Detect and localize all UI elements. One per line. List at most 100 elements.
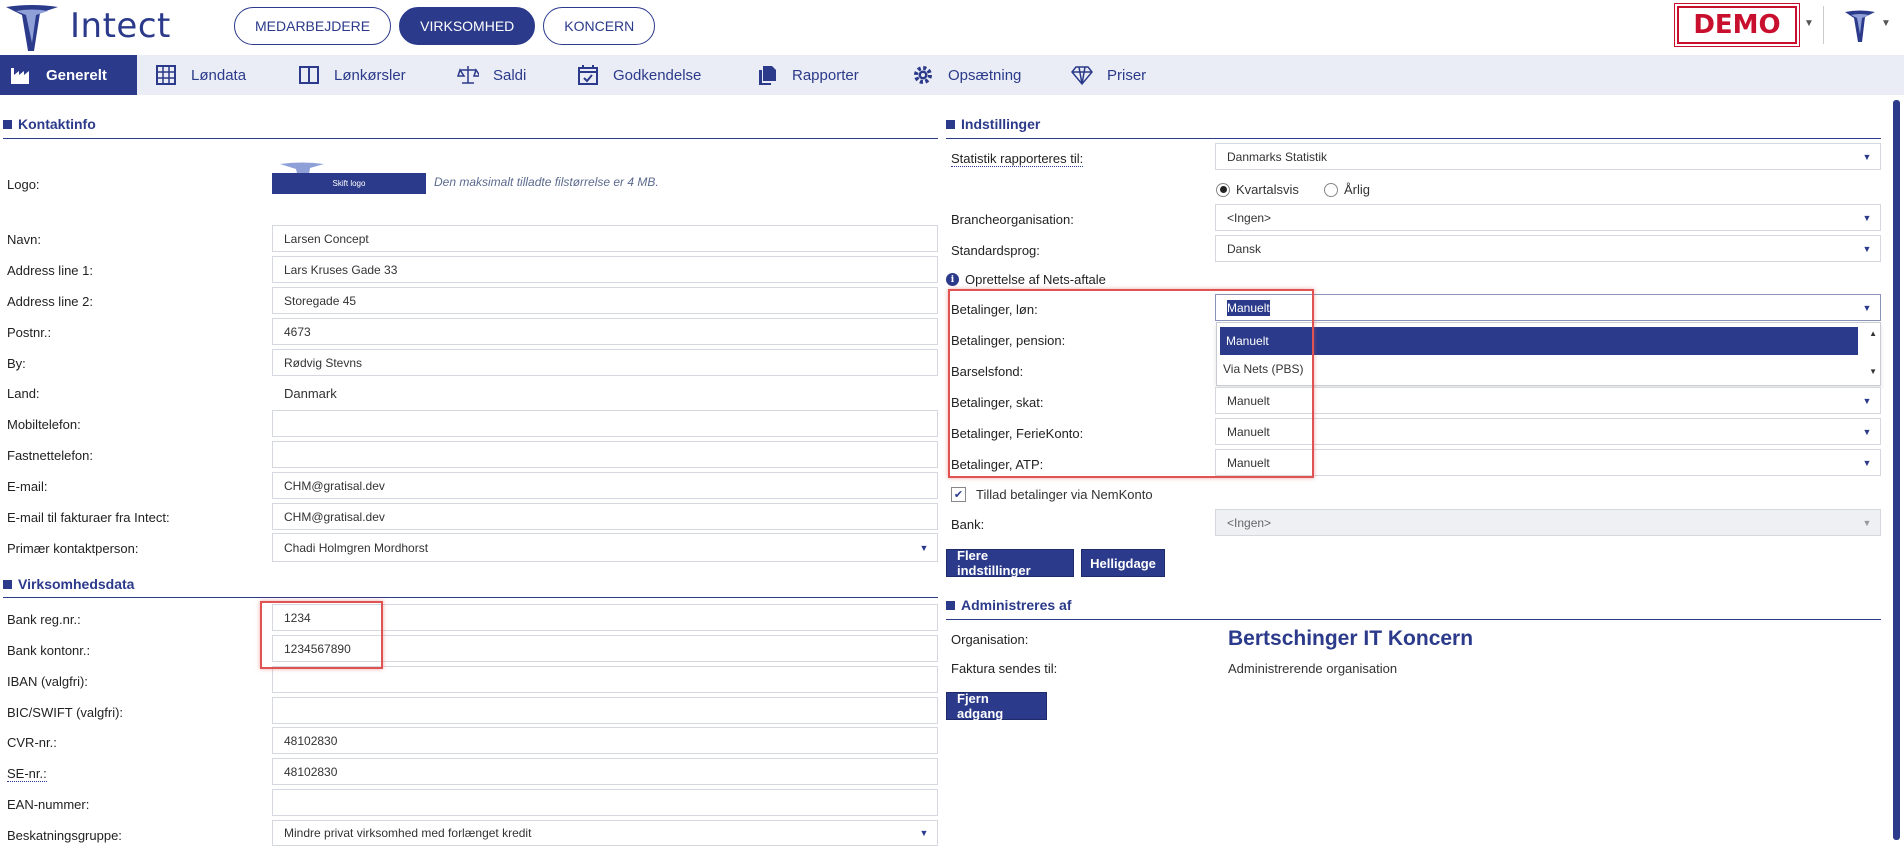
tab-koncern[interactable]: KONCERN bbox=[543, 7, 656, 45]
ean-input[interactable] bbox=[272, 789, 938, 816]
field-value: Manuelt bbox=[1227, 424, 1270, 439]
mobiltelefon-label: Mobiltelefon: bbox=[7, 417, 81, 432]
field-value: Manuelt bbox=[1227, 455, 1270, 470]
header-divider bbox=[1823, 6, 1824, 44]
top-navigation: MEDARBEJDERE VIRKSOMHED KONCERN bbox=[234, 7, 656, 45]
dropdown-option-via-nets[interactable]: Via Nets (PBS) bbox=[1217, 355, 1880, 383]
postnr-input[interactable]: 4673 bbox=[272, 318, 938, 345]
iban-input[interactable] bbox=[272, 666, 938, 693]
info-icon: i bbox=[946, 273, 959, 286]
primary-contact-label: Primær kontaktperson: bbox=[7, 541, 139, 556]
nemkonto-checkbox[interactable]: ✔ Tillad betalinger via NemKonto bbox=[951, 487, 1153, 502]
chevron-down-icon[interactable]: ▼ bbox=[1854, 236, 1880, 261]
email-input[interactable]: CHM@gratisal.dev bbox=[272, 472, 938, 499]
section-marker bbox=[3, 579, 12, 589]
betal-lon-dropdown-list[interactable]: Manuelt Via Nets (PBS) ▲ ▼ bbox=[1216, 322, 1881, 386]
chevron-down-icon[interactable]: ▼ bbox=[1854, 388, 1880, 413]
scroll-up-icon[interactable]: ▲ bbox=[1869, 329, 1877, 338]
menu-label: Generelt bbox=[46, 66, 107, 84]
fastnettelefon-label: Fastnettelefon: bbox=[7, 448, 93, 463]
tab-virksomhed[interactable]: VIRKSOMHED bbox=[399, 7, 536, 45]
chevron-down-icon[interactable]: ▼ bbox=[1854, 205, 1880, 230]
check-icon[interactable]: ✔ bbox=[951, 487, 966, 502]
main-menu: Generelt Løndata Lønkørsler Saldi Godken… bbox=[0, 55, 1904, 95]
radio-circle[interactable] bbox=[1324, 182, 1338, 197]
mobiltelefon-input[interactable] bbox=[272, 410, 938, 437]
beskatning-select[interactable]: Mindre privat virksomhed med forlænget k… bbox=[272, 820, 938, 846]
page-scrollbar[interactable] bbox=[1893, 100, 1900, 840]
section-title-virksomhedsdata: Virksomhedsdata bbox=[3, 576, 134, 592]
tab-medarbejdere[interactable]: MEDARBEJDERE bbox=[234, 7, 392, 45]
chevron-down-icon[interactable]: ▼ bbox=[1804, 18, 1814, 29]
menu-priser[interactable]: Priser bbox=[1061, 55, 1181, 95]
demo-badge[interactable]: DEMO bbox=[1674, 3, 1800, 47]
holidays-button[interactable]: Helligdage bbox=[1081, 549, 1165, 577]
chevron-down-icon[interactable]: ▼ bbox=[1854, 450, 1880, 475]
section-title-text: Virksomhedsdata bbox=[18, 576, 135, 592]
chevron-down-icon[interactable]: ▼ bbox=[1881, 18, 1891, 29]
menu-godkendelse[interactable]: Godkendelse bbox=[567, 55, 717, 95]
radio-aarlig[interactable]: Årlig bbox=[1324, 182, 1370, 197]
menu-londata[interactable]: Løndata bbox=[145, 55, 280, 95]
betal-lon-label: Betalinger, løn: bbox=[951, 302, 1038, 317]
field-value: CHM@gratisal.dev bbox=[284, 478, 385, 493]
section-title-kontaktinfo: Kontaktinfo bbox=[3, 116, 96, 132]
chevron-down-icon[interactable]: ▼ bbox=[1854, 295, 1880, 320]
statistik-select[interactable]: Danmarks Statistik ▼ bbox=[1215, 143, 1881, 170]
beskatning-label: Beskatningsgruppe: bbox=[7, 828, 122, 843]
change-logo-button[interactable]: Skift logo bbox=[272, 173, 426, 194]
radio-circle[interactable] bbox=[1216, 182, 1230, 197]
more-settings-button[interactable]: Flere indstillinger bbox=[946, 548, 1074, 578]
fastnettelefon-input[interactable] bbox=[272, 441, 938, 468]
chevron-down-icon[interactable]: ▼ bbox=[911, 534, 937, 561]
land-label: Land: bbox=[7, 386, 40, 401]
field-value: CHM@gratisal.dev bbox=[284, 509, 385, 524]
betal-skat-select[interactable]: Manuelt ▼ bbox=[1215, 387, 1881, 414]
logo-size-note: Den maksimalt tilladte filstørrelse er 4… bbox=[434, 175, 659, 189]
betal-atp-label: Betalinger, ATP: bbox=[951, 457, 1044, 472]
scroll-down-icon[interactable]: ▼ bbox=[1869, 367, 1877, 376]
dropdown-option-manuelt[interactable]: Manuelt bbox=[1220, 327, 1858, 355]
bank-reg-input[interactable]: 1234 bbox=[272, 604, 938, 631]
by-input[interactable]: Rødvig Stevns bbox=[272, 349, 938, 376]
betal-atp-select[interactable]: Manuelt ▼ bbox=[1215, 449, 1881, 476]
address-line-1-label: Address line 1: bbox=[7, 263, 93, 278]
primary-contact-select[interactable]: Chadi Holmgren Mordhorst ▼ bbox=[272, 533, 938, 562]
invoice-email-input[interactable]: CHM@gratisal.dev bbox=[272, 503, 938, 530]
menu-rapporter[interactable]: Rapporter bbox=[746, 55, 896, 95]
menu-lonkorsler[interactable]: Lønkørsler bbox=[288, 55, 438, 95]
email-label: E-mail: bbox=[7, 479, 48, 494]
branche-label: Brancheorganisation: bbox=[951, 212, 1074, 227]
menu-opsaetning[interactable]: Opsætning bbox=[902, 55, 1062, 95]
bank-reg-label: Bank reg.nr.: bbox=[7, 612, 81, 627]
sprog-select[interactable]: Dansk ▼ bbox=[1215, 235, 1881, 262]
faktura-value: Administrerende organisation bbox=[1228, 661, 1398, 676]
field-value: Mindre privat virksomhed med forlænget k… bbox=[284, 826, 532, 840]
chevron-down-icon[interactable]: ▼ bbox=[1854, 144, 1880, 169]
nets-info[interactable]: i Oprettelse af Nets-aftale bbox=[946, 272, 1106, 287]
field-value: <Ingen> bbox=[1227, 515, 1272, 530]
menu-saldi[interactable]: Saldi bbox=[447, 55, 567, 95]
menu-generelt[interactable]: Generelt bbox=[0, 55, 137, 95]
bank-konto-input[interactable]: 1234567890 bbox=[272, 635, 938, 662]
bank-konto-label: Bank kontonr.: bbox=[7, 643, 91, 658]
betal-ferie-select[interactable]: Manuelt ▼ bbox=[1215, 418, 1881, 445]
barselsfond-label: Barselsfond: bbox=[951, 364, 1024, 379]
user-avatar-icon[interactable] bbox=[1843, 8, 1877, 44]
bic-swift-input[interactable] bbox=[272, 697, 938, 724]
cvr-input[interactable]: 48102830 bbox=[272, 727, 938, 754]
remove-access-button[interactable]: Fjern adgang bbox=[946, 691, 1047, 721]
chevron-down-icon[interactable]: ▼ bbox=[911, 821, 937, 845]
field-value: Rødvig Stevns bbox=[284, 355, 363, 370]
radio-kvartalsvis[interactable]: Kvartalsvis bbox=[1216, 182, 1299, 197]
branche-select[interactable]: <Ingen> ▼ bbox=[1215, 204, 1881, 231]
navn-input[interactable]: Larsen Concept bbox=[272, 225, 938, 252]
address-line-1-input[interactable]: Lars Kruses Gade 33 bbox=[272, 256, 938, 283]
app-header: Intect MEDARBEJDERE VIRKSOMHED KONCERN D… bbox=[0, 0, 1904, 55]
se-nr-input[interactable]: 48102830 bbox=[272, 758, 938, 785]
betal-lon-select[interactable]: Manuelt ▼ bbox=[1215, 294, 1881, 321]
section-marker bbox=[946, 600, 955, 610]
intect-logo-icon[interactable] bbox=[4, 3, 60, 53]
chevron-down-icon[interactable]: ▼ bbox=[1854, 419, 1880, 444]
address-line-2-input[interactable]: Storegade 45 bbox=[272, 287, 938, 314]
